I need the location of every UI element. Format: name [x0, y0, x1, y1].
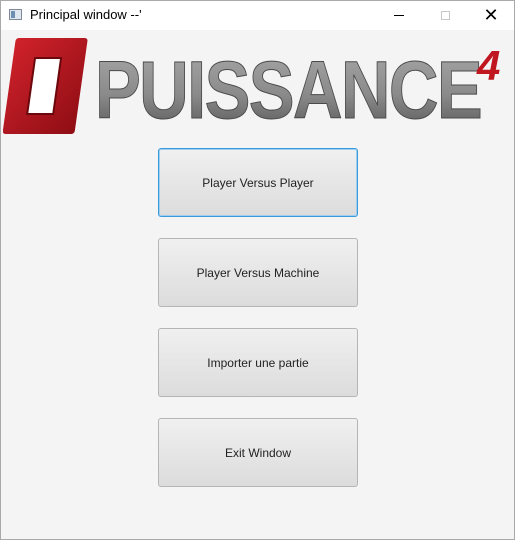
player-vs-player-label: Player Versus Player — [202, 175, 314, 190]
minimize-icon — [394, 15, 404, 16]
close-button[interactable]: ✕ — [468, 1, 514, 30]
maximize-icon — [440, 11, 450, 20]
import-game-button[interactable]: Importer une partie — [158, 328, 358, 397]
logo-four: 4 — [476, 42, 500, 89]
player-vs-machine-button[interactable]: Player Versus Machine — [158, 238, 358, 307]
logo-text: PUISSANCE — [95, 45, 481, 136]
import-game-label: Importer une partie — [207, 355, 309, 370]
logo-o-block — [3, 38, 88, 134]
player-vs-player-button[interactable]: Player Versus Player — [158, 148, 358, 217]
window-title: Principal window --' — [30, 7, 142, 22]
puissance-4-logo: O PUISSANCE 4 — [3, 38, 500, 137]
title-bar[interactable]: Principal window --' ✕ — [1, 1, 514, 30]
player-vs-machine-label: Player Versus Machine — [196, 265, 320, 280]
principal-window: Principal window --' ✕ PUISSANCE 4 Playe… — [0, 0, 515, 540]
maximize-button[interactable] — [422, 1, 468, 30]
app-window-icon — [9, 9, 22, 20]
exit-window-label: Exit Window — [224, 445, 292, 460]
minimize-button[interactable] — [376, 1, 422, 30]
exit-window-button[interactable]: Exit Window — [158, 418, 358, 487]
close-icon: ✕ — [483, 4, 499, 26]
